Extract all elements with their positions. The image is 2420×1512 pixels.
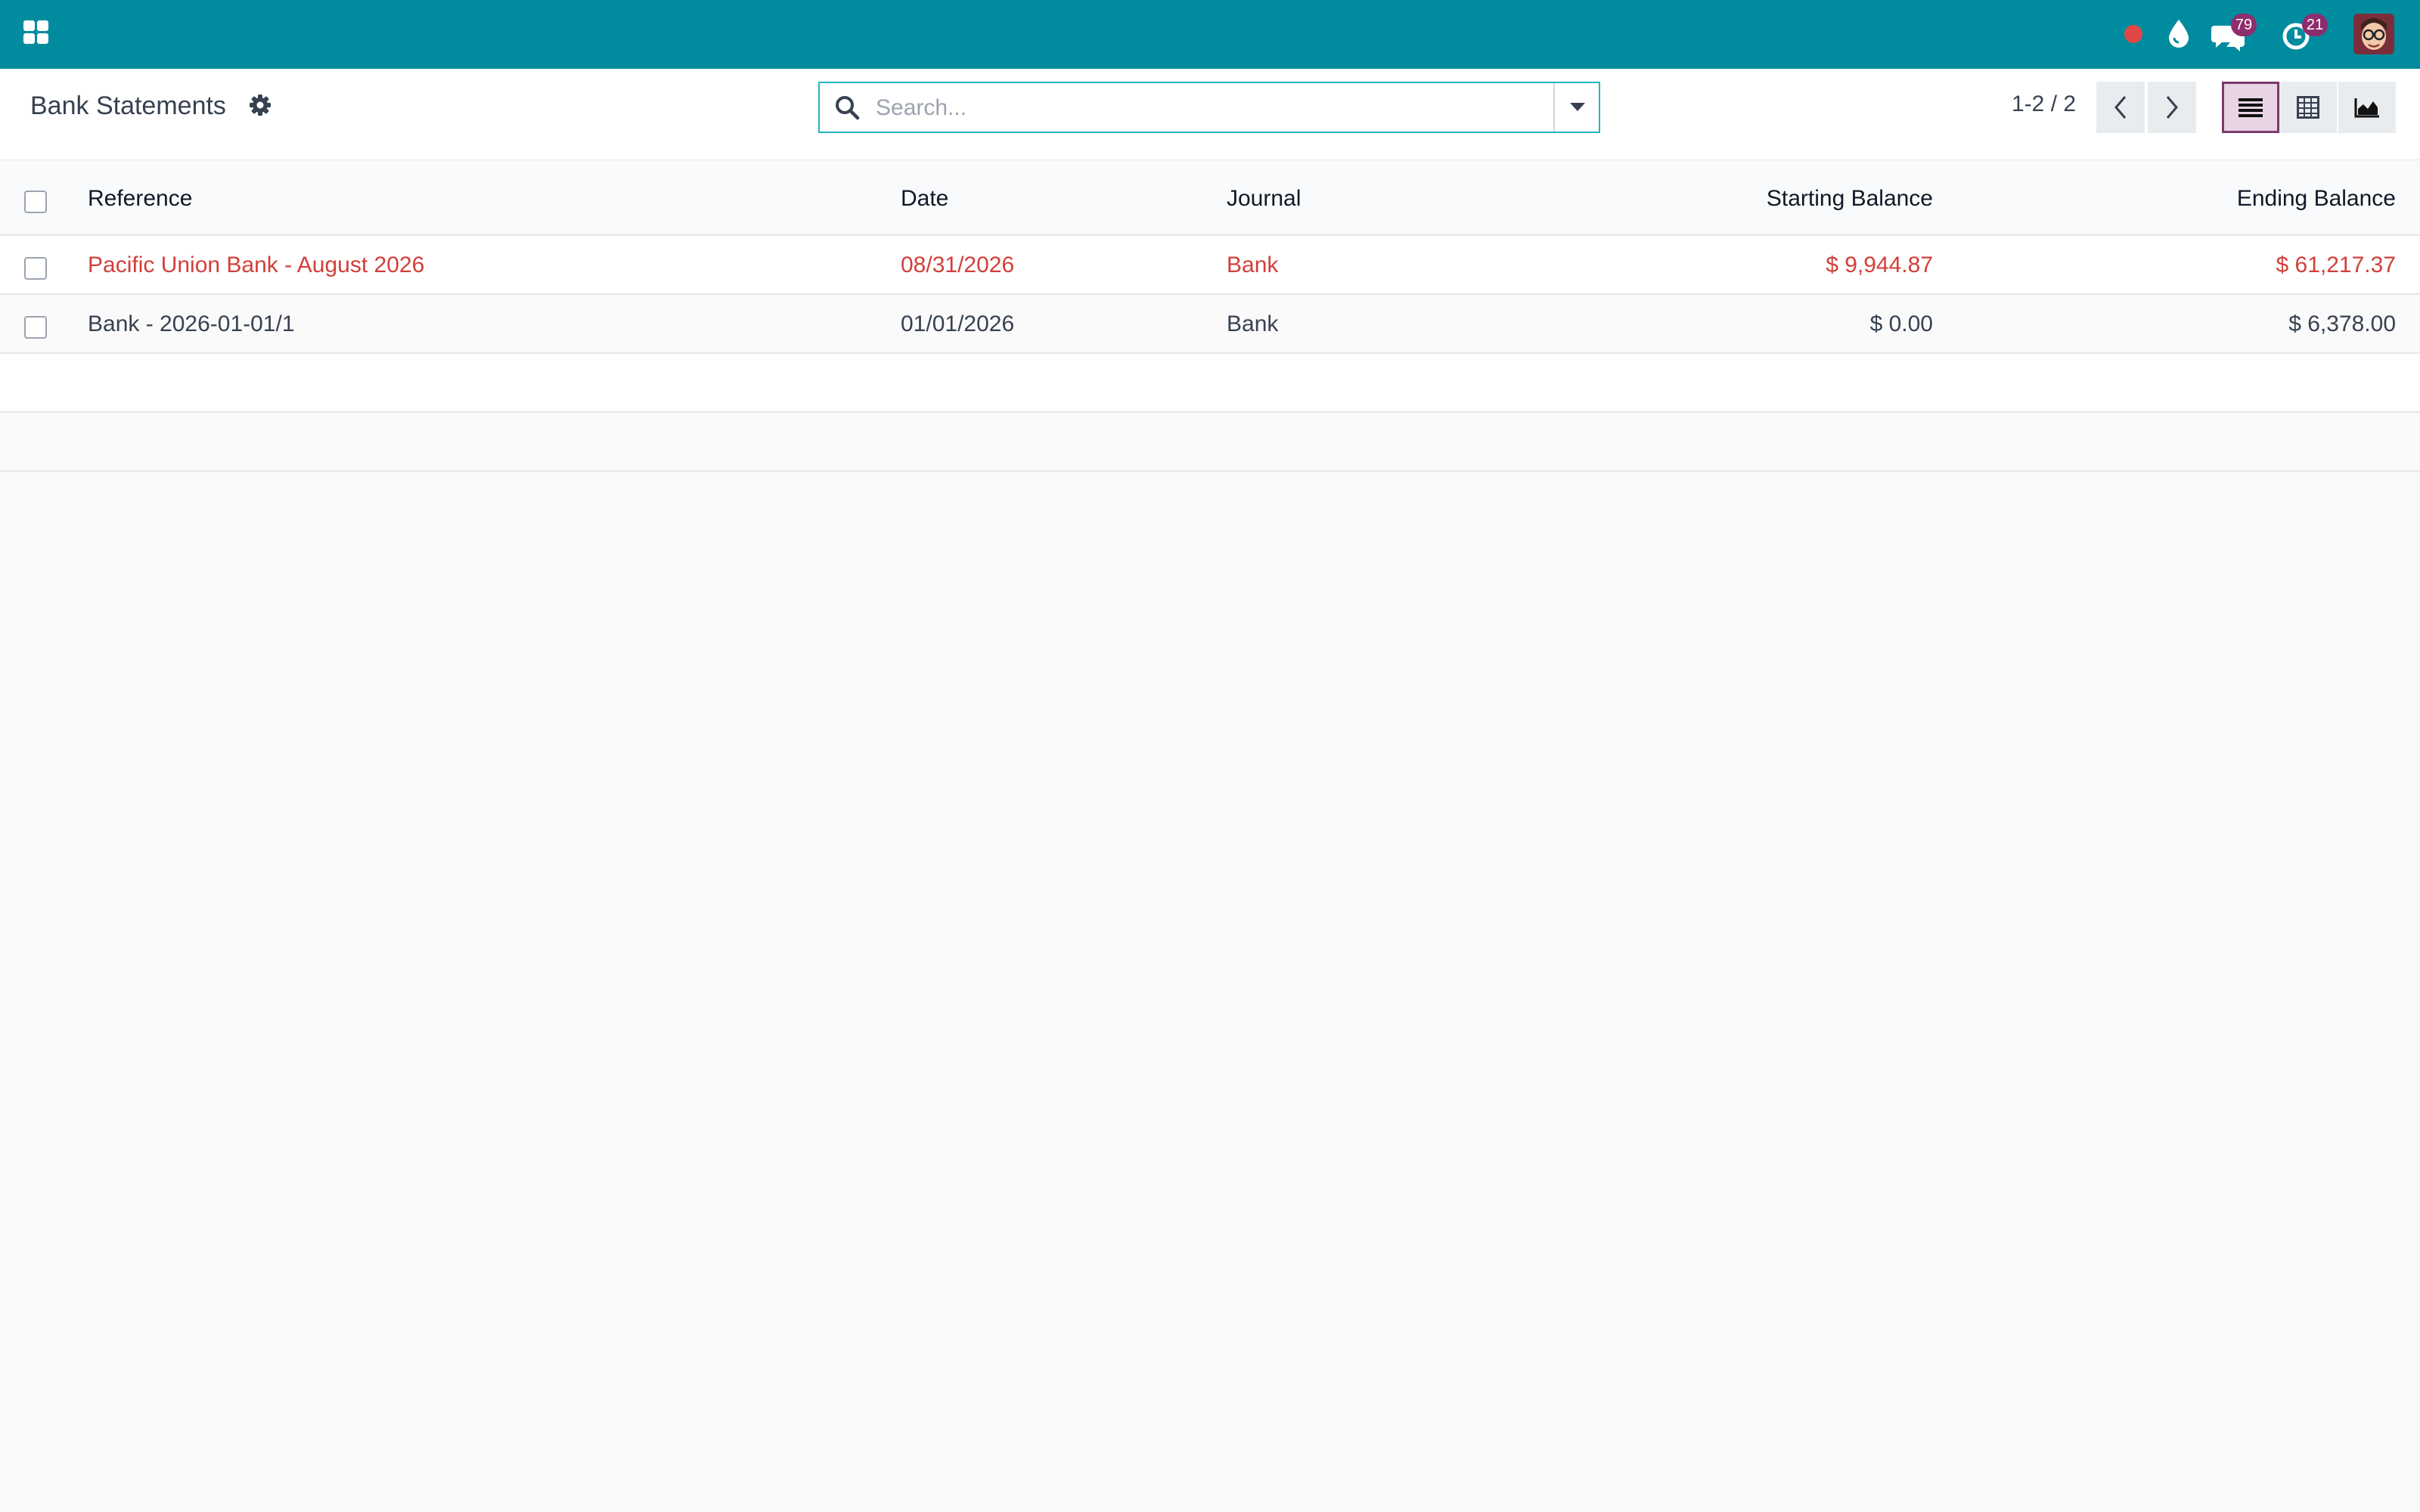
- pivot-view-icon: [2297, 96, 2319, 119]
- pager-previous-button[interactable]: [2096, 82, 2145, 133]
- empty-row: [0, 413, 2420, 472]
- search-icon: [833, 94, 861, 121]
- area-chart-icon: [2354, 98, 2379, 118]
- water-drop-icon[interactable]: [2166, 17, 2192, 50]
- top-navbar: 79 21: [0, 0, 2420, 69]
- list-view-icon: [2238, 98, 2263, 117]
- activities-button[interactable]: 21: [2281, 14, 2329, 54]
- column-header-journal[interactable]: Journal: [1227, 186, 1301, 212]
- table-header-row: Reference Date Journal Starting Balance …: [0, 160, 2420, 236]
- column-header-ending-balance[interactable]: Ending Balance: [2237, 186, 2396, 212]
- select-all-checkbox[interactable]: [24, 191, 47, 213]
- pivot-view-button[interactable]: [2279, 82, 2337, 133]
- chevron-right-icon: [2166, 96, 2178, 119]
- cell-ending-balance: $ 61,217.37: [2276, 253, 2396, 277]
- caret-down-icon: [1570, 103, 1585, 111]
- column-header-date[interactable]: Date: [901, 186, 948, 212]
- row-checkbox[interactable]: [24, 316, 47, 339]
- cell-reference: Bank - 2026-01-01/1: [88, 311, 295, 336]
- pager-next-button[interactable]: [2148, 82, 2196, 133]
- recording-red-dot-icon[interactable]: [2122, 23, 2145, 45]
- empty-row: [0, 354, 2420, 413]
- messages-badge: 79: [2231, 14, 2257, 36]
- column-header-reference[interactable]: Reference: [88, 186, 192, 212]
- cell-starting-balance: $ 0.00: [1869, 311, 1933, 336]
- messages-button[interactable]: 79: [2211, 14, 2257, 54]
- table-row[interactable]: Bank - 2026-01-01/1 01/01/2026 Bank $ 0.…: [0, 295, 2420, 354]
- cell-ending-balance: $ 6,378.00: [2288, 311, 2396, 336]
- cell-date: 01/01/2026: [901, 311, 1015, 336]
- user-avatar[interactable]: [2353, 14, 2394, 54]
- search-input[interactable]: [874, 86, 1558, 130]
- column-header-starting-balance[interactable]: Starting Balance: [1767, 186, 1933, 212]
- graph-view-button[interactable]: [2338, 82, 2396, 133]
- row-checkbox[interactable]: [24, 257, 47, 280]
- search-bar: [818, 82, 1600, 133]
- table-row[interactable]: Pacific Union Bank - August 2026 08/31/2…: [0, 236, 2420, 295]
- chevron-left-icon: [2114, 96, 2127, 119]
- cell-journal: Bank: [1227, 311, 1279, 336]
- activities-badge: 21: [2302, 14, 2328, 36]
- list-view-button[interactable]: [2222, 82, 2279, 133]
- apps-grid-icon[interactable]: [23, 20, 49, 46]
- cell-journal: Bank: [1227, 253, 1279, 277]
- page-title: Bank Statements: [30, 91, 226, 120]
- cell-reference: Pacific Union Bank - August 2026: [88, 253, 425, 277]
- cell-starting-balance: $ 9,944.87: [1826, 253, 1933, 277]
- search-options-toggle[interactable]: [1553, 83, 1599, 132]
- pager-value[interactable]: 1-2 / 2: [2012, 91, 2076, 117]
- gear-icon[interactable]: [248, 93, 272, 117]
- bank-statements-table: Reference Date Journal Starting Balance …: [0, 160, 2420, 472]
- control-panel: Bank Statements 1-2 / 2: [0, 69, 2420, 161]
- cell-date: 08/31/2026: [901, 253, 1015, 277]
